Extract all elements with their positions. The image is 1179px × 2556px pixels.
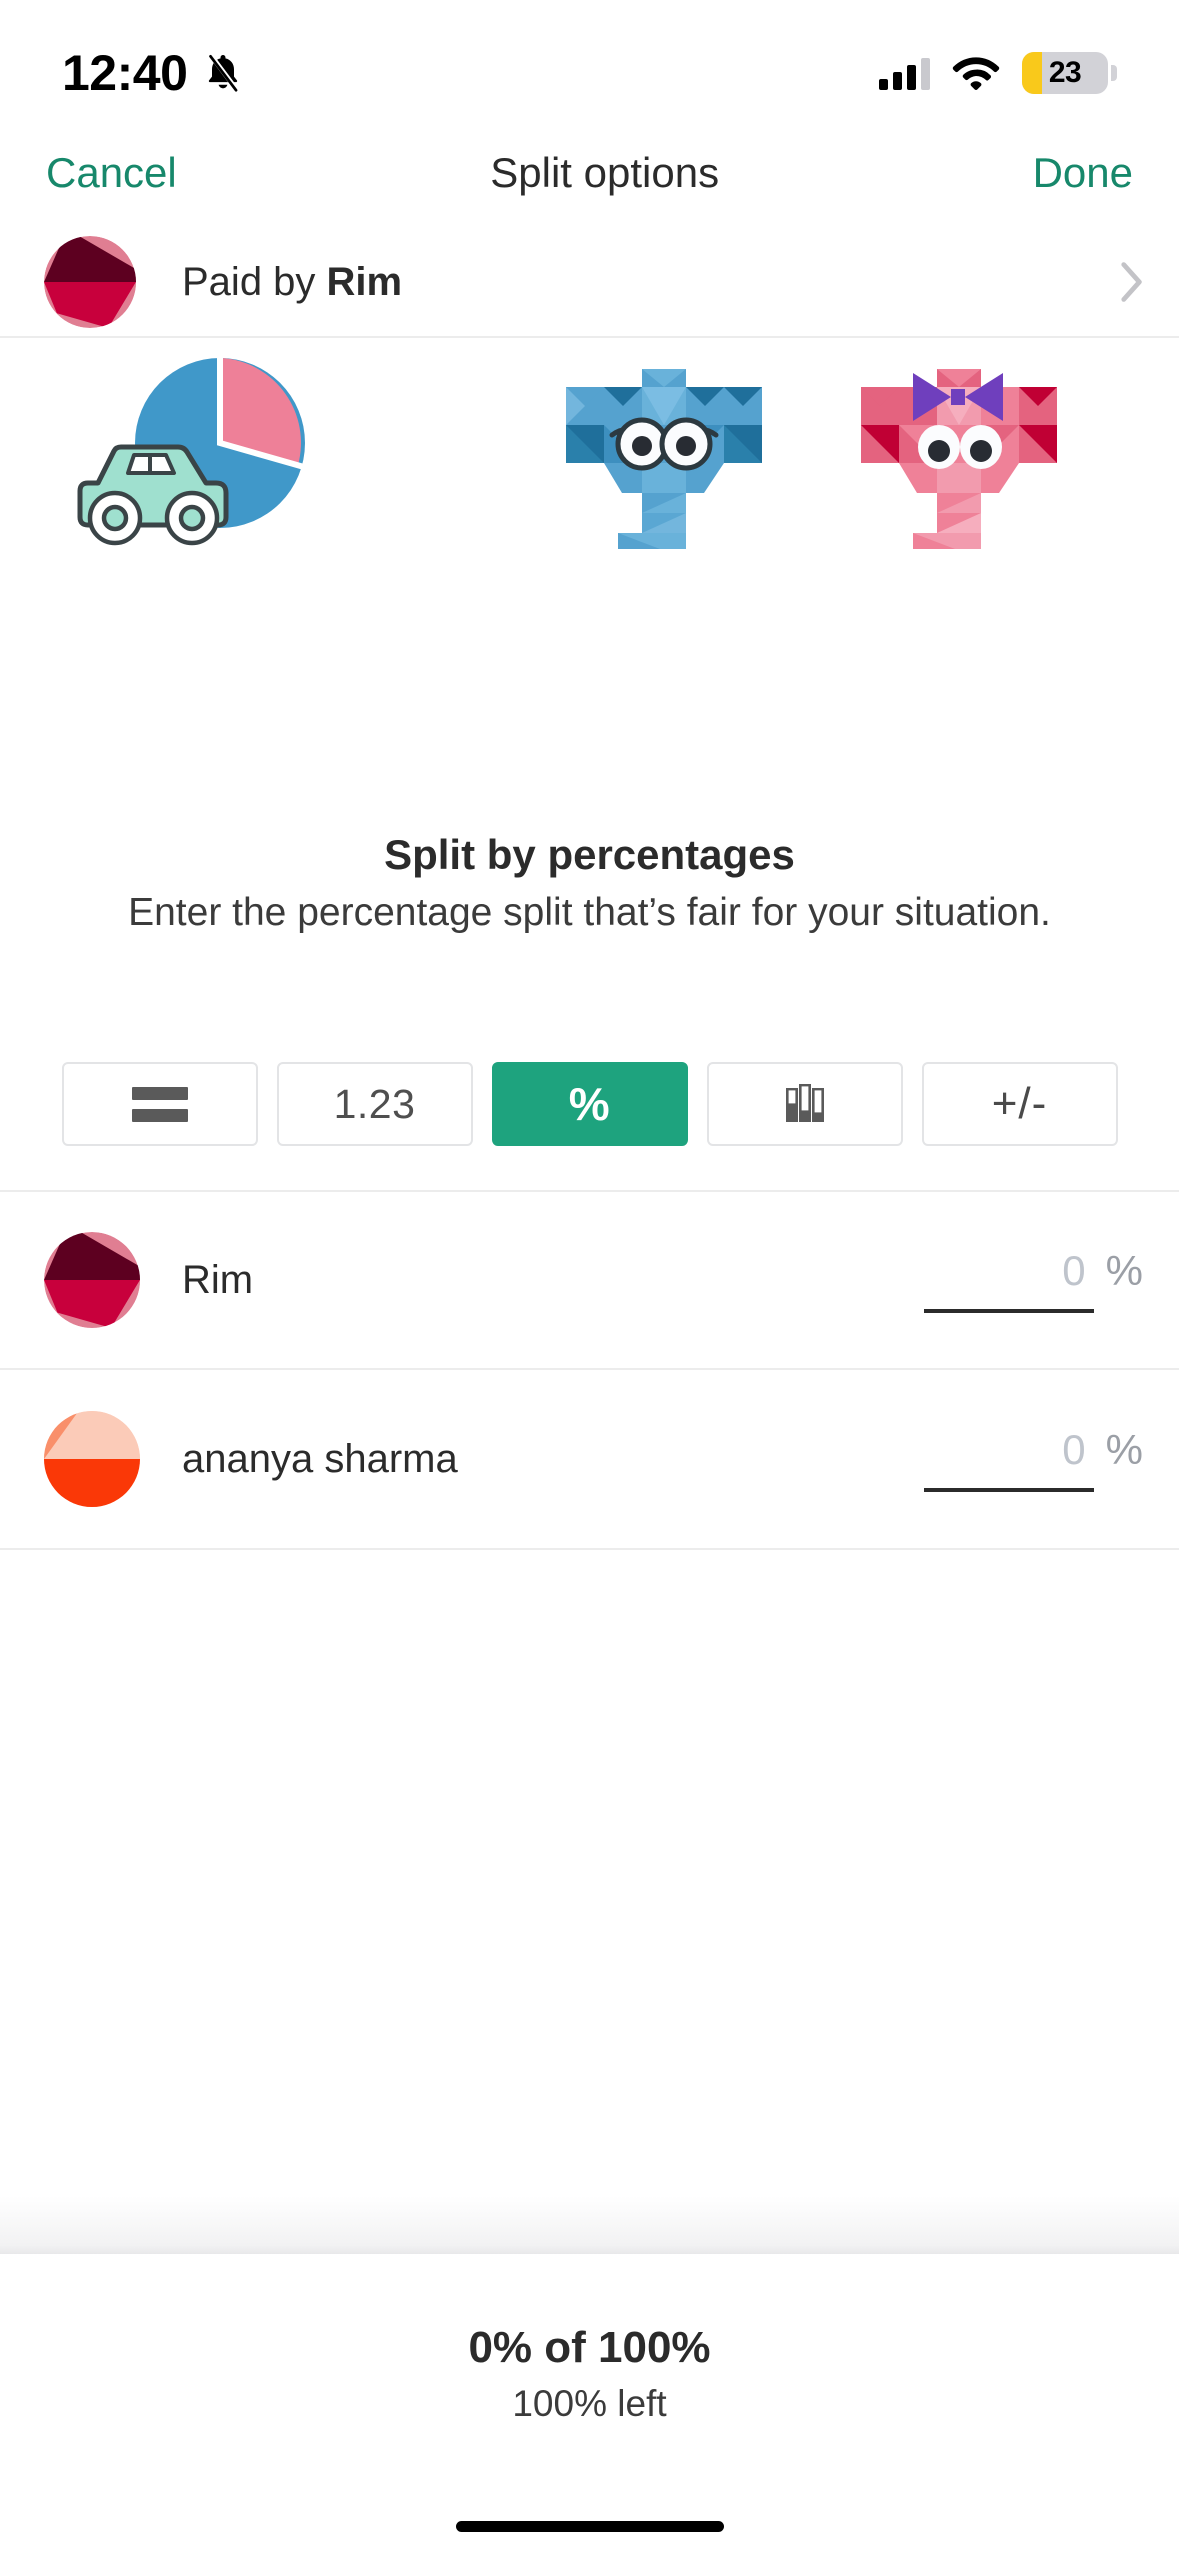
shares-bars-icon (785, 1084, 824, 1122)
participants-list: Rim % ananya sharma % (0, 1190, 1179, 1550)
split-mode-description: Enter the percentage split that’s fair f… (128, 890, 1051, 934)
split-mode-selector: 1.23 % +/- (0, 1062, 1179, 1146)
percent-icon: % (568, 1078, 611, 1130)
paid-by-payer: Rim (326, 260, 403, 304)
wifi-icon (952, 57, 1000, 90)
split-summary-footer: 0% of 100% 100% left (0, 2254, 1179, 2556)
split-mode-title: Split by percentages (384, 831, 795, 878)
page-title: Split options (490, 149, 720, 196)
participant-amount: % (923, 1247, 1143, 1313)
plus-minus-icon: +/- (991, 1079, 1048, 1128)
status-bar-left: 12:40 (62, 48, 245, 98)
participant-amount: % (923, 1426, 1143, 1492)
participant-row[interactable]: Rim % (0, 1190, 1179, 1370)
headline-section: Split by percentages Enter the percentag… (0, 830, 1179, 937)
percentage-input[interactable] (923, 1426, 1094, 1492)
status-bar: 12:40 23 (0, 0, 1179, 118)
navigation-bar: Cancel Split options Done (0, 118, 1179, 228)
avatar-ananya-sharma (44, 1411, 140, 1507)
split-mode-exact-amounts-button[interactable]: 1.23 (276, 1062, 473, 1146)
home-indicator[interactable] (455, 2521, 724, 2532)
participant-row[interactable]: ananya sharma % (0, 1370, 1179, 1550)
paid-by-label: Paid by Rim (182, 262, 402, 302)
bell-slash-icon (208, 52, 240, 93)
elephant-blue-icon (566, 369, 762, 549)
percent-unit-label: % (1105, 1426, 1143, 1473)
exact-amount-icon: 1.23 (333, 1080, 416, 1127)
split-mode-equally-button[interactable] (61, 1062, 258, 1146)
split-mode-adjustment-button[interactable]: +/- (921, 1062, 1118, 1146)
elephant-pink-icon (861, 369, 1057, 549)
done-button[interactable]: Done (1033, 152, 1133, 194)
avatar-rim (44, 1232, 140, 1328)
cancel-button[interactable]: Cancel (46, 152, 177, 194)
status-bar-clock: 12:40 (62, 45, 188, 101)
split-mode-shares-button[interactable] (706, 1062, 903, 1146)
battery-icon: 23 (1022, 52, 1117, 94)
percentage-input[interactable] (923, 1247, 1094, 1313)
percent-unit-label: % (1105, 1247, 1143, 1294)
split-total-label: 0% of 100% (468, 2323, 711, 2372)
equals-icon (131, 1086, 188, 1122)
car-and-pie-chart-illustration (77, 355, 305, 546)
avatar-rim (44, 236, 136, 328)
illustration-row (0, 355, 1179, 555)
paid-by-row[interactable]: Paid by Rim (0, 228, 1179, 338)
status-bar-right: 23 (879, 52, 1117, 94)
cellular-signal-icon (879, 56, 930, 90)
phone-screen: 12:40 23 Cancel Split options Done Paid … (0, 0, 1179, 2556)
paid-by-prefix: Paid by (182, 260, 327, 304)
split-remaining-label: 100% left (512, 2383, 667, 2425)
participant-name: Rim (182, 1258, 254, 1302)
battery-percent-label: 23 (1048, 56, 1082, 89)
chevron-right-icon (1121, 262, 1142, 302)
split-mode-percentages-button[interactable]: % (491, 1062, 688, 1146)
footer-divider (0, 2196, 1179, 2254)
participant-name: ananya sharma (182, 1437, 458, 1481)
